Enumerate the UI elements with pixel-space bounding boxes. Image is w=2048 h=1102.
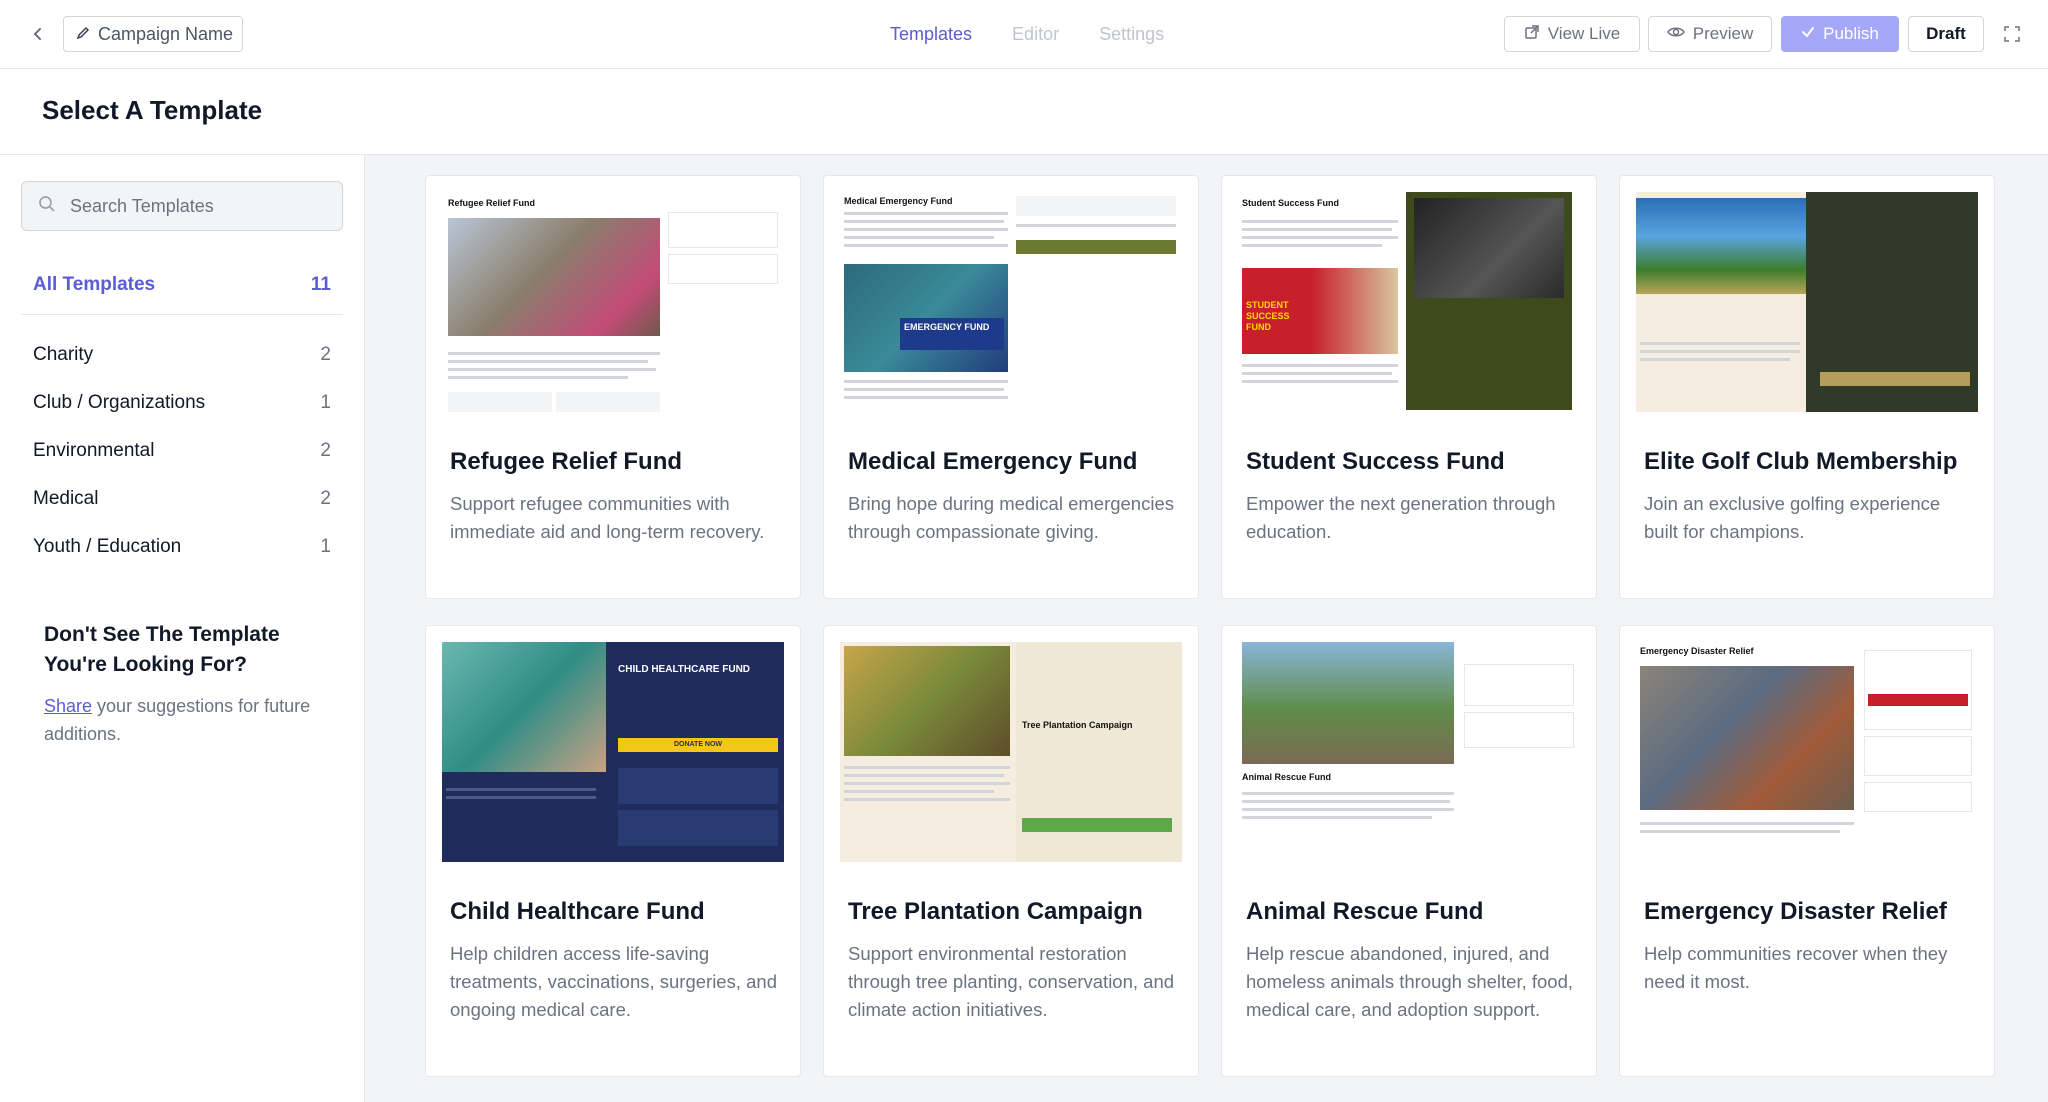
category-label: Charity <box>33 344 94 365</box>
category-label: Medical <box>33 488 99 509</box>
template-description: Bring hope during medical emergencies th… <box>848 493 1174 542</box>
thumb-heading: Student Success Fund <box>1242 198 1340 208</box>
thumb-banner: CHILD HEALTHCARE FUND <box>618 664 751 675</box>
template-thumbnail <box>1636 192 1978 412</box>
campaign-name-label: Campaign Name <box>98 23 234 44</box>
template-card[interactable]: Tree Plantation Campaign Tree Plantation… <box>823 625 1199 1077</box>
template-card[interactable]: Emergency Disaster Relief Emergency Disa… <box>1619 625 1995 1077</box>
template-card[interactable]: Medical Emergency Fund EMERGENCY FUND Me… <box>823 175 1199 599</box>
template-title: Child Healthcare Fund <box>450 898 705 925</box>
template-thumbnail: Animal Rescue Fund <box>1238 642 1580 862</box>
thumb-heading: Medical Emergency Fund <box>844 196 953 206</box>
preview-label: Preview <box>1692 24 1754 43</box>
template-description: Help children access life-saving treatme… <box>450 943 777 1020</box>
back-arrow-icon[interactable] <box>26 22 50 46</box>
category-count: 1 <box>320 392 331 413</box>
template-description: Support environmental restoration throug… <box>848 943 1175 1020</box>
category-count: 2 <box>320 440 331 461</box>
category-count: 1 <box>320 536 331 557</box>
template-card[interactable]: CHILD HEALTHCARE FUND DONATE NOW Child H… <box>425 625 801 1077</box>
suggestion-box: Don't See The Template You're Looking Fo… <box>44 620 324 748</box>
campaign-name-button[interactable]: Campaign Name <box>63 16 243 52</box>
category-all-templates[interactable]: All Templates 11 <box>21 255 343 315</box>
template-card[interactable]: Refugee Relief Fund Refugee Relief Fund … <box>425 175 801 599</box>
publish-label: Publish <box>1823 24 1879 43</box>
category-label: Environmental <box>33 440 155 461</box>
publish-button[interactable]: Publish <box>1781 16 1899 52</box>
template-title: Medical Emergency Fund <box>848 448 1138 475</box>
category-medical[interactable]: Medical 2 <box>21 475 343 523</box>
template-title: Animal Rescue Fund <box>1246 898 1484 925</box>
category-environmental[interactable]: Environmental 2 <box>21 427 343 475</box>
category-youth-education[interactable]: Youth / Education 1 <box>21 523 343 571</box>
category-list: Charity 2 Club / Organizations 1 Environ… <box>21 331 343 571</box>
category-count: 11 <box>310 273 331 295</box>
tab-templates[interactable]: Templates <box>870 24 992 45</box>
title-bar: Select A Template <box>0 69 2048 155</box>
suggestion-title: Don't See The Template You're Looking Fo… <box>44 623 280 676</box>
page-title: Select A Template <box>42 95 263 125</box>
tab-settings[interactable]: Settings <box>1079 24 1184 45</box>
draft-button[interactable]: Draft <box>1908 16 1984 52</box>
check-icon <box>1801 24 1815 44</box>
draft-label: Draft <box>1926 24 1966 43</box>
search-input[interactable] <box>70 195 330 217</box>
top-bar: Campaign Name Templates Editor Settings … <box>0 0 2048 69</box>
suggestion-text: Share your suggestions for future additi… <box>44 692 324 748</box>
template-thumbnail: Emergency Disaster Relief <box>1636 642 1978 862</box>
eye-icon <box>1666 24 1685 44</box>
template-thumbnail: CHILD HEALTHCARE FUND DONATE NOW <box>442 642 784 862</box>
category-count: 2 <box>320 488 331 509</box>
category-charity[interactable]: Charity 2 <box>21 331 343 379</box>
thumb-badge: STUDENT SUCCESS FUND <box>1246 300 1290 332</box>
category-label: All Templates <box>33 273 156 295</box>
template-thumbnail: Student Success Fund STUDENT SUCCESS FUN… <box>1238 192 1580 412</box>
template-title: Refugee Relief Fund <box>450 448 683 475</box>
category-club-organizations[interactable]: Club / Organizations 1 <box>21 379 343 427</box>
template-thumbnail: Refugee Relief Fund <box>442 192 784 412</box>
thumb-heading: Animal Rescue Fund <box>1242 772 1332 782</box>
template-description: Empower the next generation through educ… <box>1246 493 1556 542</box>
thumb-donate: DONATE NOW <box>618 738 778 752</box>
category-label: Club / Organizations <box>33 392 206 413</box>
fullscreen-icon[interactable] <box>2000 22 2024 46</box>
external-link-icon <box>1524 24 1540 45</box>
template-title: Elite Golf Club Membership <box>1644 448 1958 475</box>
template-card[interactable]: Animal Rescue Fund Animal Rescue Fund He… <box>1221 625 1597 1077</box>
category-count: 2 <box>320 344 331 365</box>
template-description: Support refugee communities with immedia… <box>450 493 765 542</box>
tab-editor[interactable]: Editor <box>992 24 1079 45</box>
view-live-button[interactable]: View Live <box>1504 16 1640 52</box>
template-card[interactable]: Student Success Fund STUDENT SUCCESS FUN… <box>1221 175 1597 599</box>
template-description: Help rescue abandoned, injured, and home… <box>1246 943 1574 1020</box>
template-thumbnail: Tree Plantation Campaign <box>840 642 1182 862</box>
template-description: Help communities recover when they need … <box>1644 943 1948 992</box>
template-description: Join an exclusive golfing experience bui… <box>1644 493 1941 542</box>
category-label: Youth / Education <box>33 536 182 557</box>
template-title: Student Success Fund <box>1246 448 1505 475</box>
thumb-heading: Refugee Relief Fund <box>448 198 536 208</box>
template-title: Tree Plantation Campaign <box>848 898 1143 925</box>
template-card[interactable]: Elite Golf Club Membership Join an exclu… <box>1619 175 1995 599</box>
share-link[interactable]: Share <box>44 696 92 716</box>
preview-button[interactable]: Preview <box>1648 16 1772 52</box>
search-icon <box>38 195 56 218</box>
sidebar: All Templates 11 Charity 2 Club / Organi… <box>0 155 365 1102</box>
thumb-heading: Tree Plantation Campaign <box>1022 720 1133 730</box>
template-thumbnail: Medical Emergency Fund EMERGENCY FUND <box>840 192 1182 412</box>
main-tabs: Templates Editor Settings <box>870 0 1184 69</box>
thumb-badge: EMERGENCY FUND <box>900 318 1004 350</box>
template-title: Emergency Disaster Relief <box>1644 898 1947 925</box>
pencil-icon <box>76 24 90 45</box>
view-live-label: View Live <box>1547 24 1621 43</box>
search-box[interactable] <box>21 181 343 231</box>
thumb-heading: Emergency Disaster Relief <box>1640 646 1754 656</box>
